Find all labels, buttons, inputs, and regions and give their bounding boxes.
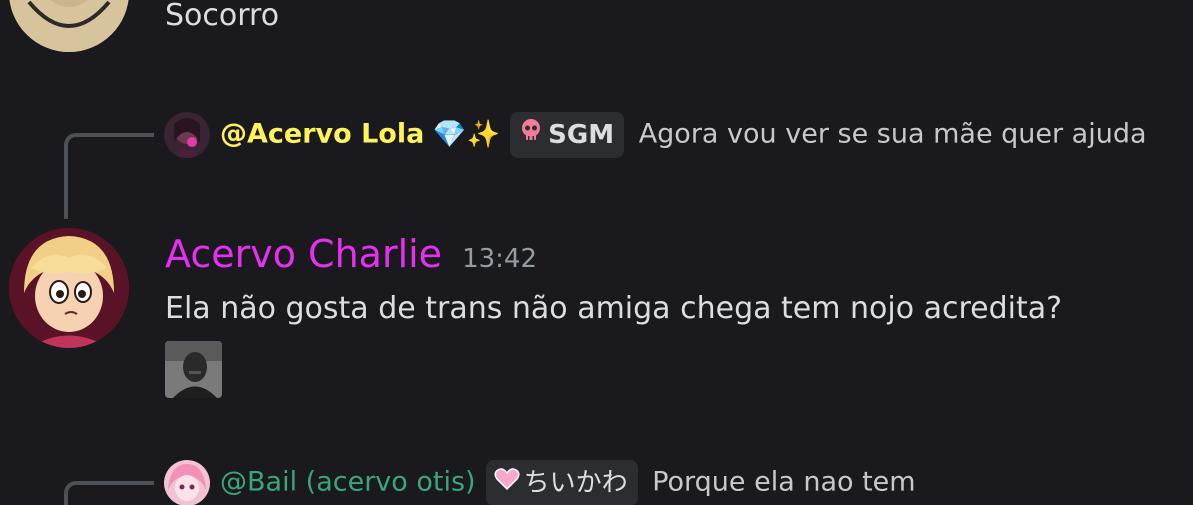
chat-message-list: Socorro @Acervo Lola 💎✨ SGM Agora vou ver… [0, 0, 1193, 505]
message-timestamp[interactable]: 13:42 [462, 244, 537, 274]
role-tag-label: SGM [548, 119, 615, 150]
role-tag[interactable]: ちいかわ [485, 459, 638, 505]
reply-content: Porque ela nao tem [652, 466, 916, 498]
message-author-name[interactable]: Acervo Charlie [165, 232, 442, 276]
reply-author-avatar[interactable] [164, 111, 210, 158]
reply-spine [64, 481, 154, 505]
role-tag[interactable]: SGM [510, 111, 625, 158]
reply-spine [64, 133, 154, 219]
avatar-previous-author[interactable] [9, 0, 129, 52]
message-header: Acervo Charlie 13:42 [165, 232, 537, 276]
pink-heart-icon [494, 460, 520, 505]
reply-author-name[interactable]: @Bail (acervo otis) [220, 467, 476, 498]
reply-author-avatar[interactable] [164, 459, 210, 505]
reply-author-name[interactable]: @Acervo Lola [220, 119, 424, 150]
reply-preview[interactable]: @Bail (acervo otis) ちいかわ Porque ela nao t… [164, 459, 1164, 505]
message-text: Ela não gosta de trans não amiga chega t… [165, 291, 1063, 326]
inline-photo-attachment[interactable] [165, 341, 222, 398]
role-tag-label: ちいかわ [523, 467, 628, 498]
reply-preview[interactable]: @Acervo Lola 💎✨ SGM Agora vou ver se sua … [164, 111, 1164, 158]
gem-sparkles-emoji: 💎✨ [432, 118, 501, 150]
reply-content: Agora vou ver se sua mãe quer ajuda [638, 118, 1147, 150]
avatar-acervo-charlie[interactable] [9, 228, 129, 348]
previous-message-text: Socorro [165, 0, 280, 33]
skull-icon [518, 112, 544, 158]
